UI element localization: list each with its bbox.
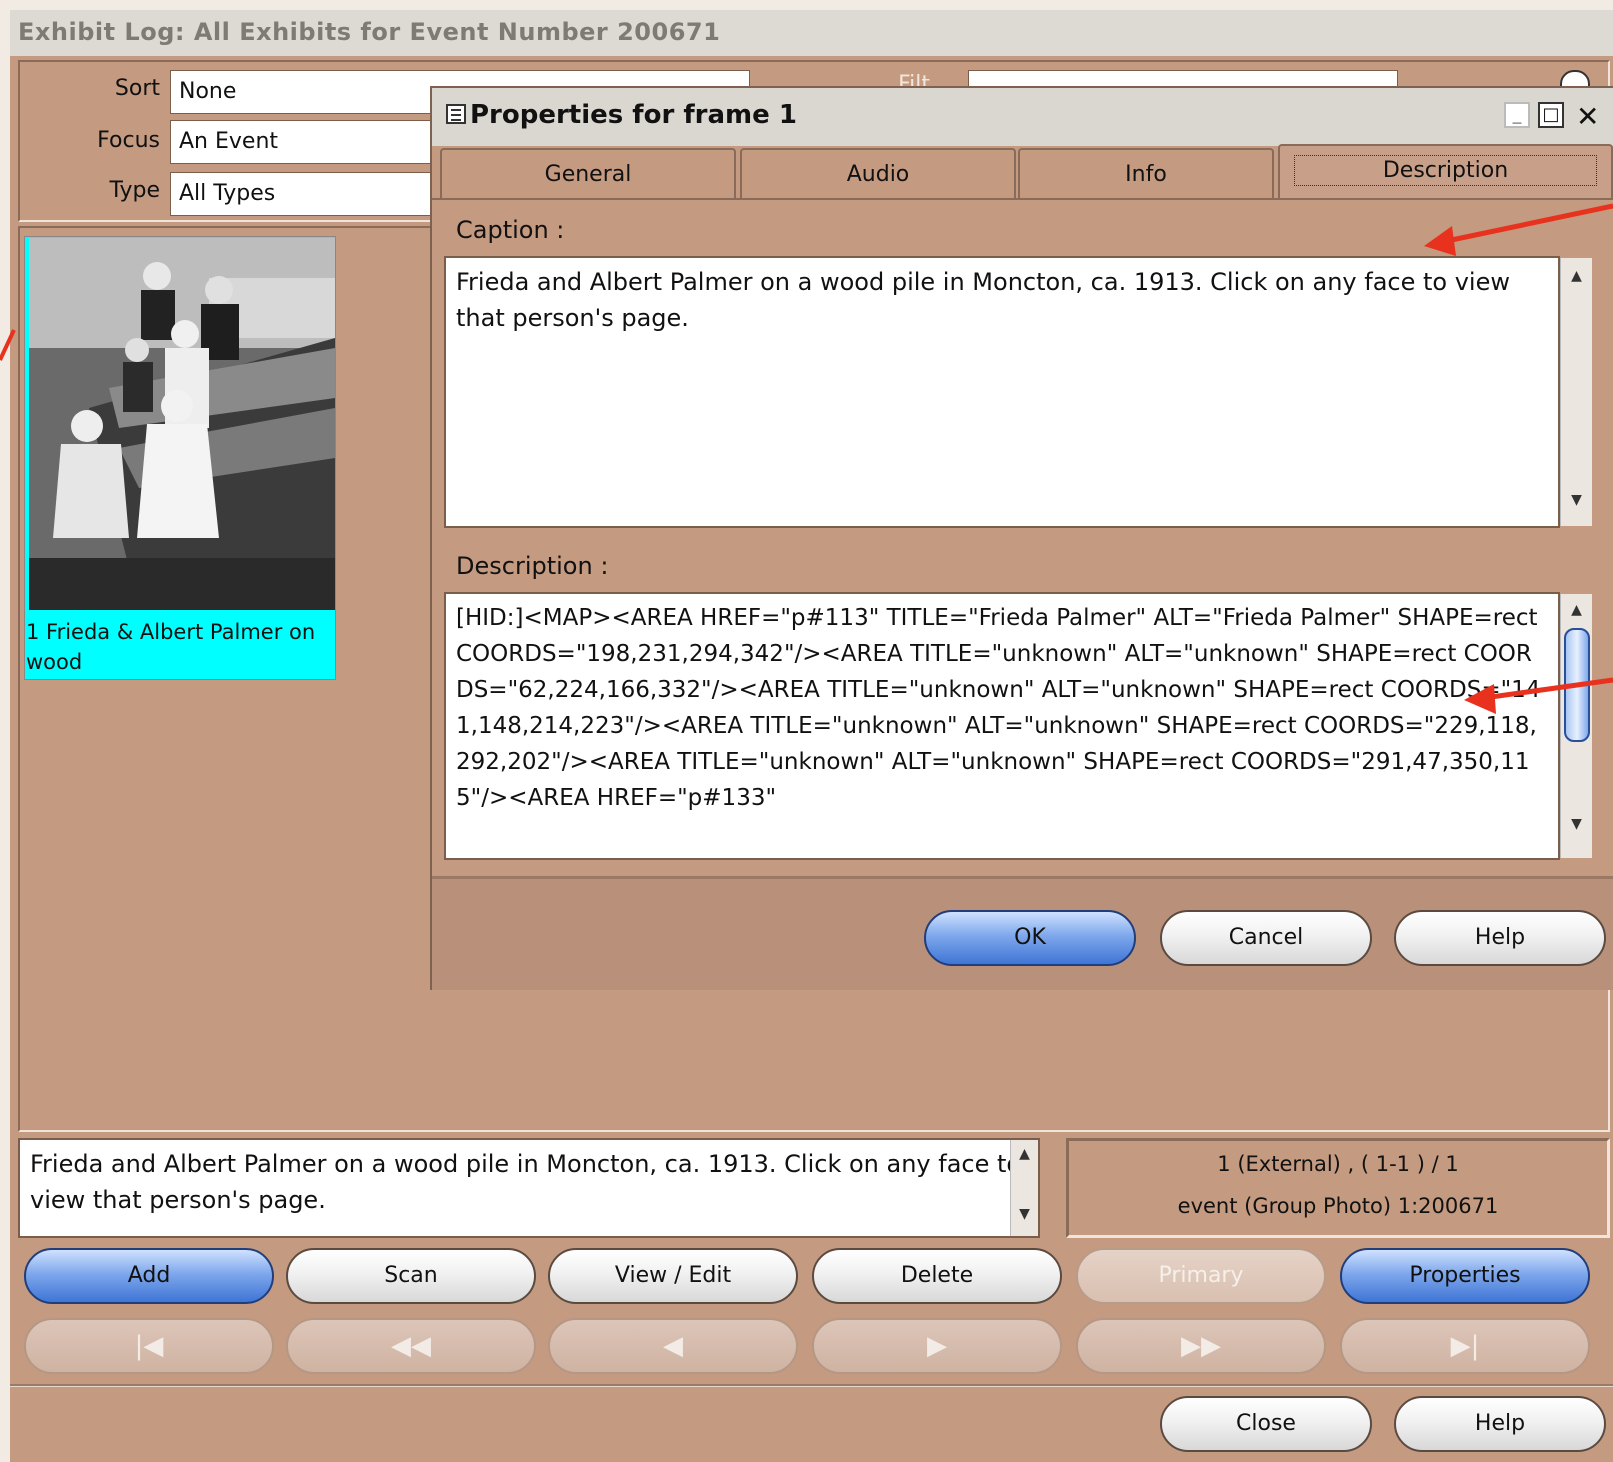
tab-info[interactable]: Info bbox=[1018, 148, 1274, 198]
first-icon: |◀ bbox=[134, 1331, 164, 1361]
close-icon[interactable]: ✕ bbox=[1576, 100, 1599, 133]
sort-label: Sort bbox=[114, 76, 160, 101]
status-panel: 1 (External) , ( 1-1 ) / 1 event (Group … bbox=[1066, 1138, 1610, 1238]
close-button[interactable]: Close bbox=[1160, 1396, 1372, 1452]
previous-page-button[interactable]: ◀◀ bbox=[286, 1318, 536, 1374]
tab-description[interactable]: Description bbox=[1278, 144, 1613, 198]
caption-display[interactable]: Frieda and Albert Palmer on a wood pile … bbox=[18, 1138, 1040, 1238]
description-annotation-arrow bbox=[1464, 677, 1613, 714]
caption-textarea[interactable]: Frieda and Albert Palmer on a wood pile … bbox=[444, 256, 1560, 528]
primary-button[interactable]: Primary bbox=[1076, 1248, 1326, 1304]
caption-textarea-scrollbar[interactable]: ▲ ▼ bbox=[1560, 258, 1592, 526]
focus-label: Focus bbox=[97, 128, 160, 153]
ok-button[interactable]: OK bbox=[924, 910, 1136, 966]
scroll-up-icon[interactable]: ▲ bbox=[1011, 1146, 1038, 1162]
scroll-up-icon[interactable]: ▲ bbox=[1561, 268, 1592, 284]
first-record-button[interactable]: |◀ bbox=[24, 1318, 274, 1374]
cancel-button[interactable]: Cancel bbox=[1160, 910, 1372, 966]
rewind-icon: ◀◀ bbox=[391, 1331, 431, 1361]
type-label: Type bbox=[109, 178, 160, 203]
tab-general[interactable]: General bbox=[440, 148, 736, 198]
scroll-down-icon[interactable]: ▼ bbox=[1561, 816, 1592, 832]
properties-button[interactable]: Properties bbox=[1340, 1248, 1590, 1304]
previous-icon: ◀ bbox=[663, 1331, 683, 1361]
dialog-help-button[interactable]: Help bbox=[1394, 910, 1606, 966]
main-help-button[interactable]: Help bbox=[1394, 1396, 1606, 1452]
footer-divider bbox=[10, 1384, 1613, 1387]
next-icon: ▶ bbox=[927, 1331, 947, 1361]
group-photo-image bbox=[29, 238, 335, 610]
next-page-button[interactable]: ▶▶ bbox=[1076, 1318, 1326, 1374]
last-record-button[interactable]: ▶| bbox=[1340, 1318, 1590, 1374]
thumbnail-annotation-arrow bbox=[0, 329, 16, 361]
next-record-button[interactable]: ▶ bbox=[812, 1318, 1062, 1374]
fast-forward-icon: ▶▶ bbox=[1181, 1331, 1221, 1361]
frame-properties-icon bbox=[446, 104, 466, 124]
last-icon: ▶| bbox=[1450, 1331, 1480, 1361]
dialog-title: Properties for frame 1 bbox=[470, 100, 797, 130]
add-button[interactable]: Add bbox=[24, 1248, 274, 1304]
caption-label: Caption : bbox=[456, 216, 565, 244]
scroll-down-icon[interactable]: ▼ bbox=[1011, 1206, 1038, 1222]
view-edit-button[interactable]: View / Edit bbox=[548, 1248, 798, 1304]
delete-button[interactable]: Delete bbox=[812, 1248, 1062, 1304]
caption-scrollbar[interactable]: ▲ ▼ bbox=[1010, 1140, 1038, 1236]
scan-button[interactable]: Scan bbox=[286, 1248, 536, 1304]
caption-annotation-arrow bbox=[1424, 203, 1613, 256]
maximize-icon[interactable]: □ bbox=[1538, 102, 1564, 128]
window-title: Exhibit Log: All Exhibits for Event Numb… bbox=[18, 18, 721, 46]
status-event-info: event (Group Photo) 1:200671 bbox=[1177, 1194, 1499, 1218]
description-textarea[interactable]: [HID:]<MAP><AREA HREF="p#113" TITLE="Fri… bbox=[444, 592, 1560, 860]
tab-audio[interactable]: Audio bbox=[740, 148, 1016, 198]
minimize-icon[interactable]: _ bbox=[1504, 102, 1530, 128]
scroll-down-icon[interactable]: ▼ bbox=[1561, 492, 1592, 508]
previous-record-button[interactable]: ◀ bbox=[548, 1318, 798, 1374]
thumbnail-caption: 1 Frieda & Albert Palmer on wood bbox=[26, 620, 316, 674]
scroll-up-icon[interactable]: ▲ bbox=[1561, 602, 1592, 618]
status-record-count: 1 (External) , ( 1-1 ) / 1 bbox=[1217, 1152, 1459, 1176]
tab-description-label: Description bbox=[1293, 155, 1598, 186]
description-label: Description : bbox=[456, 552, 609, 580]
